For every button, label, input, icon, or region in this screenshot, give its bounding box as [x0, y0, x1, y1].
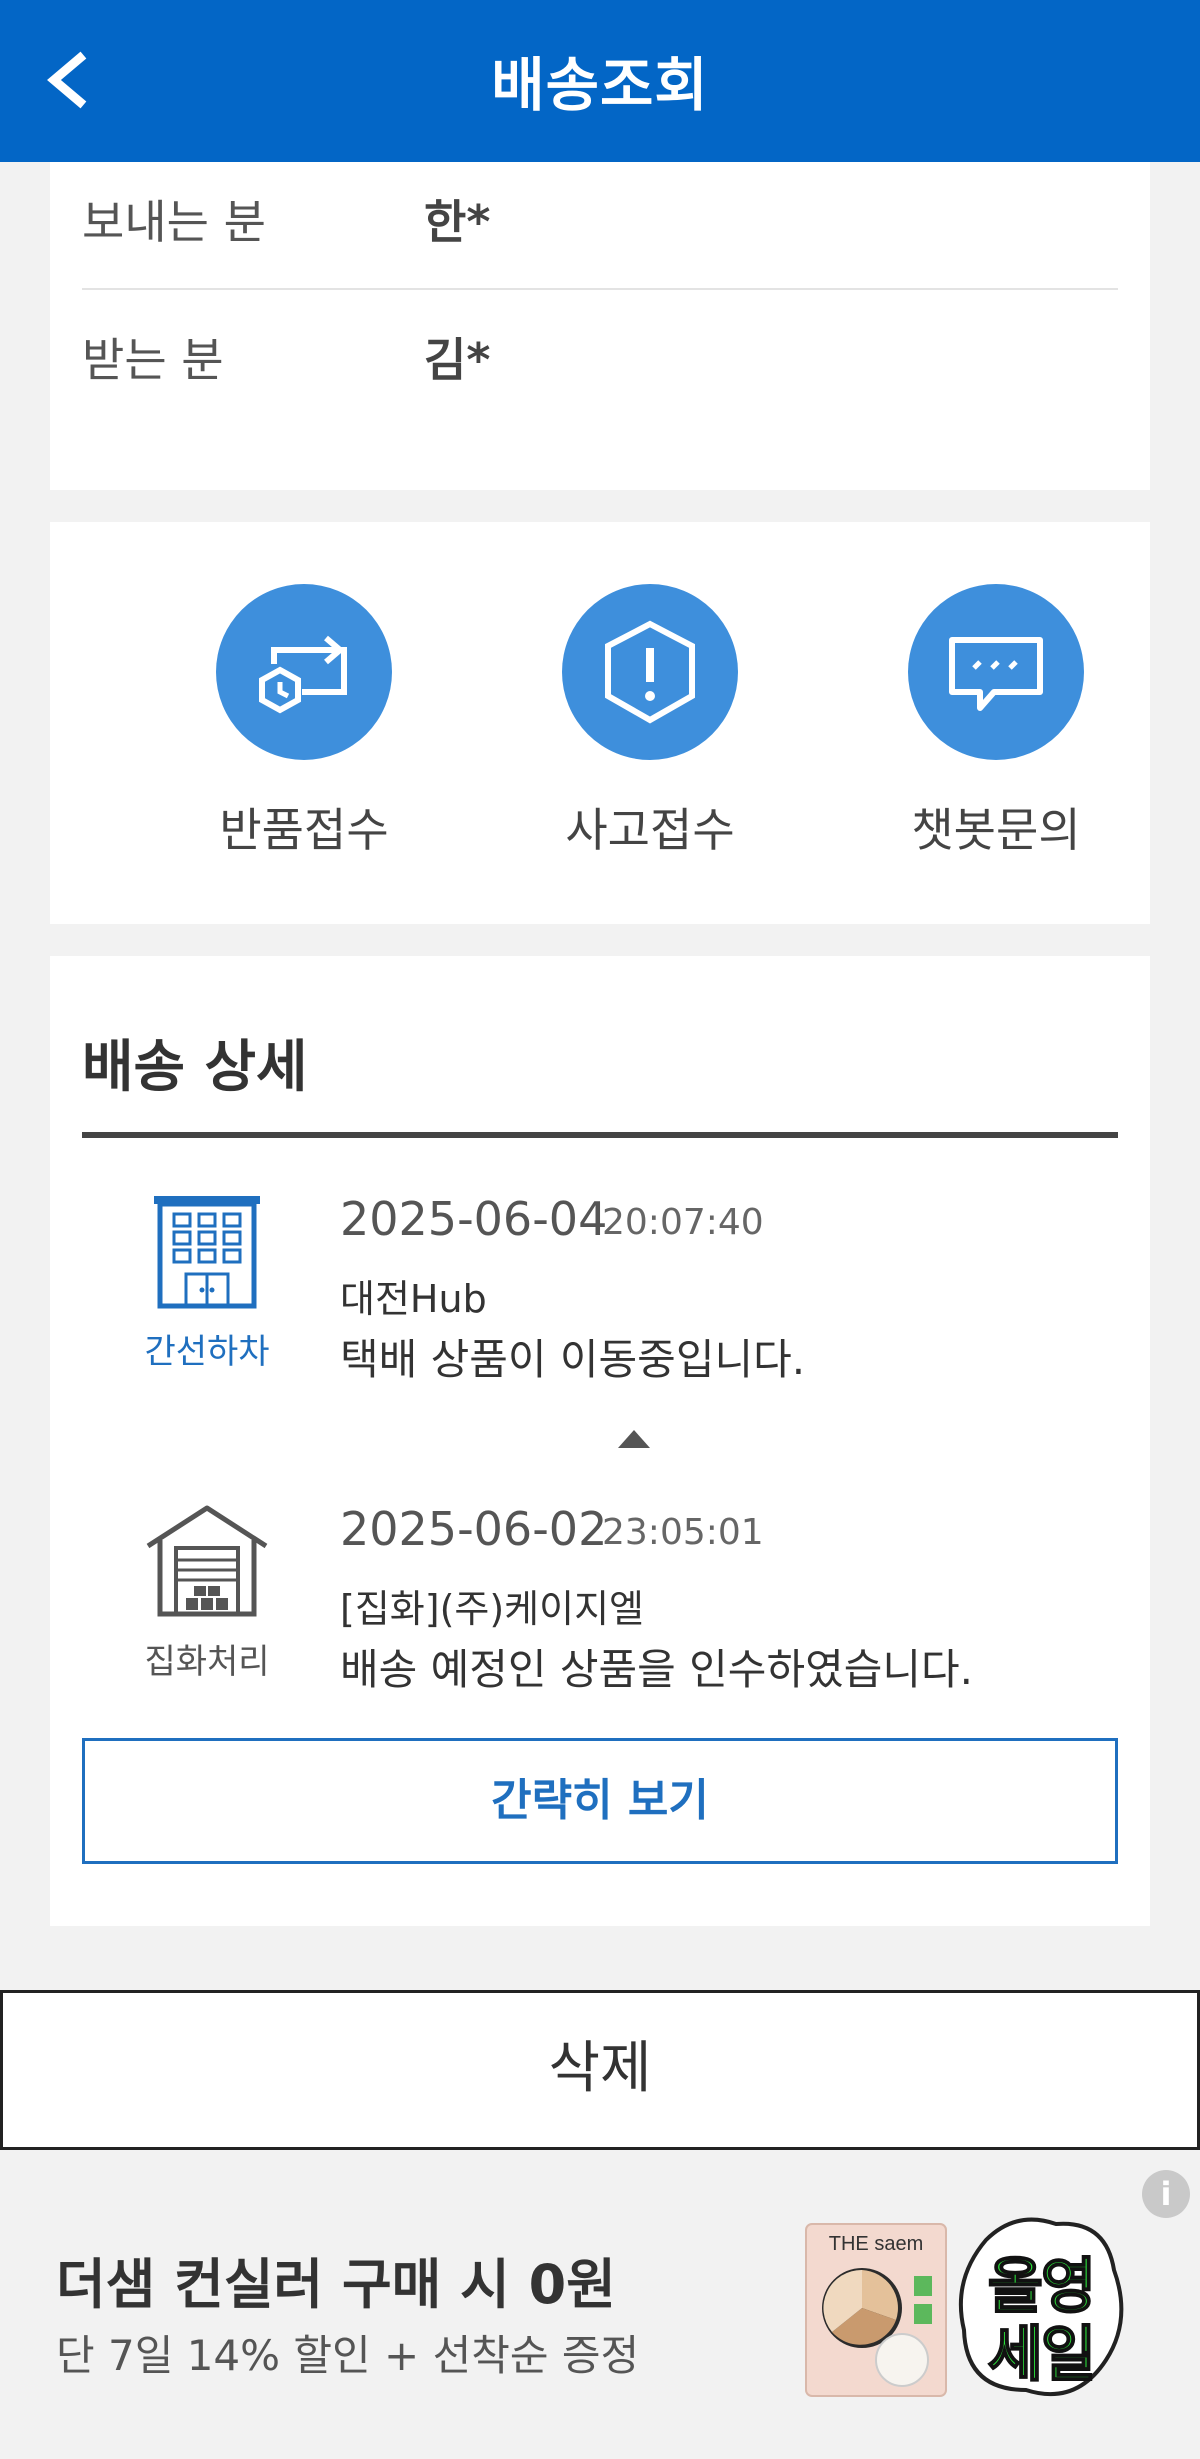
sale-text-line2: 세일 [987, 2319, 1097, 2391]
receiver-row: 받는 분 김* [82, 292, 1118, 420]
event-description: 배송 예정인 상품을 인수하였습니다. [340, 1645, 974, 1694]
quick-actions-card: 반품접수 사고접수 챗봇문의 [50, 522, 1150, 924]
warning-hexagon-icon [605, 620, 695, 724]
accident-report-label: 사고접수 [565, 803, 735, 857]
event-type: 집화처리 [144, 1642, 270, 1682]
chatbot-icon-circle [908, 584, 1084, 760]
tracking-event: 간선하차 2025-06-04 20:07:40 대전Hub 택배 상품이 이동… [82, 1192, 1118, 1392]
delivery-detail-card: 배송 상세 간선하차 2025-06-04 20:07:40 대전Hub 택배 … [50, 956, 1150, 1926]
event-location: [집화](주)케이지엘 [340, 1587, 645, 1631]
receiver-value: 김* [424, 333, 491, 387]
ad-banner[interactable]: 더샘 컨실러 구매 시 0원 단 7일 14% 할인 + 선착순 증정 i TH… [0, 2160, 1200, 2459]
event-time: 23:05:01 [602, 1512, 764, 1553]
product-brand: THE saem [829, 2233, 923, 2255]
divider [82, 1132, 1118, 1138]
delivery-detail-title: 배송 상세 [82, 1035, 308, 1100]
accident-report-button[interactable]: 사고접수 [540, 584, 760, 860]
shipment-info-card: 보내는 분 한* 받는 분 김* [50, 162, 1150, 490]
delete-button[interactable]: 삭제 [0, 1990, 1200, 2150]
event-type: 간선하차 [144, 1332, 270, 1372]
chat-bubble-icon [949, 637, 1043, 711]
return-exchange-icon [259, 635, 347, 714]
event-date: 2025-06-04 [340, 1192, 608, 1246]
ad-subline: 단 7일 14% 할인 + 선착순 증정 [56, 2331, 640, 2380]
building-icon [154, 1196, 260, 1309]
ad-headline: 더샘 컨실러 구매 시 0원 [56, 2253, 616, 2316]
tracking-event: 집화처리 2025-06-02 23:05:01 [집화](주)케이지엘 배송 … [82, 1502, 1118, 1702]
product-image: THE saem [802, 2220, 950, 2400]
sender-row: 보내는 분 한* [82, 162, 1118, 290]
return-icon-circle [216, 584, 392, 760]
return-request-button[interactable]: 반품접수 [194, 584, 414, 860]
ad-info-icon[interactable]: i [1142, 2170, 1190, 2218]
event-time: 20:07:40 [602, 1202, 764, 1243]
event-description: 택배 상품이 이동중입니다. [340, 1335, 806, 1384]
arrow-up-icon [618, 1430, 650, 1448]
brief-view-button[interactable]: 간략히 보기 [82, 1738, 1118, 1864]
event-date: 2025-06-02 [340, 1502, 608, 1556]
sender-label: 보내는 분 [82, 195, 266, 249]
warehouse-icon [146, 1505, 268, 1617]
accident-icon-circle [562, 584, 738, 760]
receiver-label: 받는 분 [82, 333, 224, 387]
chatbot-inquiry-button[interactable]: 챗봇문의 [886, 584, 1106, 860]
chatbot-inquiry-label: 챗봇문의 [911, 803, 1081, 857]
event-location: 대전Hub [340, 1277, 487, 1321]
app-header: 배송조회 [0, 0, 1200, 162]
sale-badge: 올영 세일 [956, 2210, 1126, 2406]
sender-value: 한* [424, 195, 491, 249]
page-title: 배송조회 [491, 51, 709, 119]
return-request-label: 반품접수 [219, 803, 389, 857]
